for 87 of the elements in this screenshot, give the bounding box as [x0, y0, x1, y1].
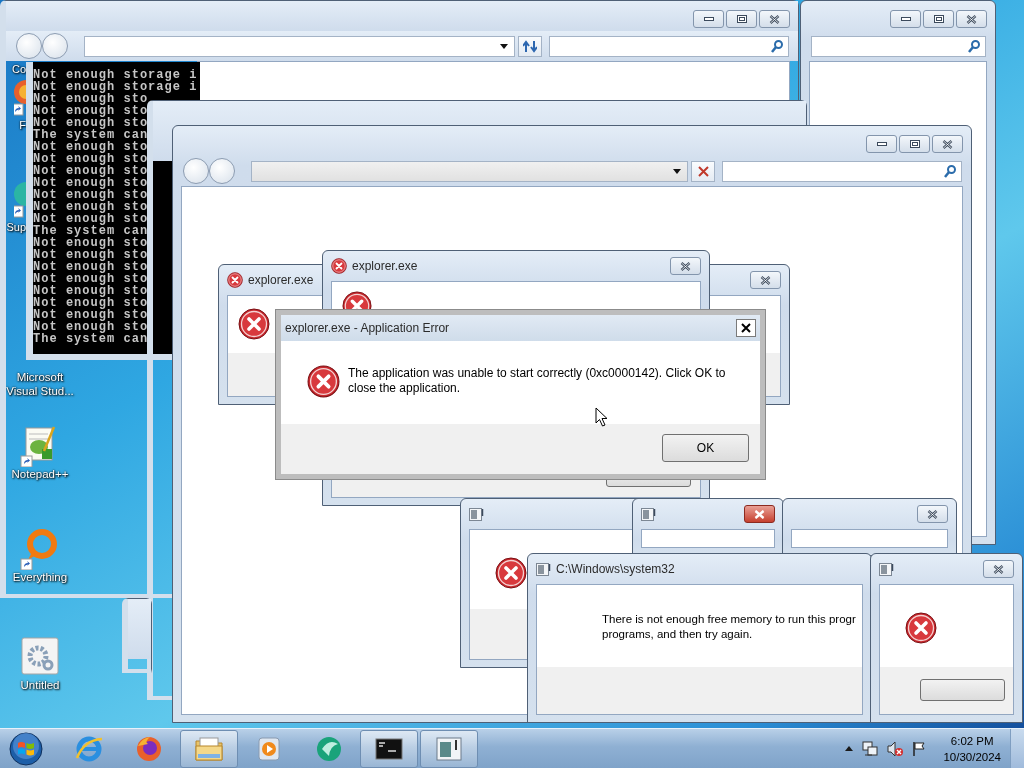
close-icon	[769, 14, 780, 24]
console-line: The system can	[33, 225, 150, 237]
close-icon	[966, 14, 977, 24]
close-button[interactable]	[744, 505, 775, 523]
console-line: Not enough sto	[33, 153, 150, 165]
cursor-icon	[595, 407, 608, 427]
console-line: Not enough sto	[33, 165, 150, 177]
search-icon	[944, 164, 956, 178]
dropdown-caret-icon[interactable]	[500, 43, 508, 49]
ok-button[interactable]: OK	[662, 434, 749, 462]
refresh-icon	[523, 39, 537, 53]
console-line: Not enough sto	[33, 189, 150, 201]
icon-label[interactable]: Untitled	[20, 678, 60, 692]
window-title: explorer.exe	[248, 272, 314, 289]
clock-date[interactable]: 10/30/2024	[943, 748, 1001, 765]
taskbar-button[interactable]	[360, 729, 418, 768]
icon-label[interactable]: Everything	[12, 570, 68, 584]
windows-logo-icon	[9, 731, 43, 766]
address-field[interactable]	[84, 35, 515, 57]
icon-label[interactable]: Microsoft Visual Stud...	[0, 370, 80, 398]
window-title: explorer.exe	[352, 258, 418, 275]
console-line: Not enough sto	[33, 177, 150, 189]
maximize-button[interactable]	[899, 135, 930, 153]
stop-button[interactable]	[691, 160, 715, 182]
icon-label[interactable]: Notepad++	[11, 467, 69, 481]
console-line: Not enough sto	[33, 105, 150, 117]
icon-label[interactable]: Sup	[6, 220, 26, 234]
maximize-icon	[933, 15, 944, 23]
refresh-button[interactable]	[518, 35, 542, 57]
close-icon	[697, 165, 709, 177]
console-line: Not enough storage i	[33, 81, 199, 93]
window-title: explorer.exe - Application Error	[285, 320, 450, 337]
search-field[interactable]	[549, 35, 789, 57]
console-line: Not enough sto	[33, 321, 150, 333]
console-line: The system can	[33, 333, 150, 345]
close-icon	[680, 261, 691, 271]
clock-time[interactable]: 6:02 PM	[950, 732, 994, 749]
console-line: Not enough sto	[33, 141, 150, 153]
console-line: Not enough sto	[33, 309, 150, 321]
forward-button[interactable]	[42, 33, 68, 59]
console-line: Not enough sto	[33, 261, 150, 273]
minimize-icon	[703, 16, 714, 22]
back-button[interactable]	[16, 33, 42, 59]
close-icon	[741, 323, 751, 333]
maximize-icon	[909, 140, 920, 148]
console-line: Not enough sto	[33, 213, 150, 225]
console-line: Not enough sto	[33, 117, 150, 129]
error-message: The application was unable to start correctly (0xc0000142). Click OK to close the application.	[348, 366, 727, 396]
close-icon	[942, 139, 953, 149]
show-hidden-icons-arrow[interactable]	[845, 746, 854, 751]
console-line: Not enough sto	[33, 237, 150, 249]
search-field[interactable]	[722, 160, 962, 182]
blank-button[interactable]	[920, 679, 1005, 701]
close-icon	[927, 509, 938, 519]
console-line: Not enough sto	[33, 297, 150, 309]
console-line: Not enough sto	[33, 273, 150, 285]
icon-label[interactable]: F	[19, 118, 26, 132]
console-line: Not enough sto	[33, 93, 149, 105]
muted-speaker-icon[interactable]	[887, 740, 904, 757]
forward-button[interactable]	[209, 158, 235, 184]
console-line: Not enough sto	[33, 249, 150, 261]
console-line: Not enough sto	[33, 201, 150, 213]
console-line: Not enough storage i	[33, 69, 199, 81]
search-field[interactable]	[811, 35, 986, 57]
icon-label[interactable]: Co	[11, 62, 26, 76]
console-line: Not enough sto	[33, 285, 150, 297]
error-message: There is not enough free memory to run this progr programs, and then try again.	[602, 612, 856, 642]
minimize-icon	[900, 16, 911, 22]
search-icon	[968, 39, 980, 53]
flag-icon[interactable]	[912, 740, 927, 757]
maximize-button[interactable]	[923, 10, 954, 28]
close-button[interactable]	[736, 319, 756, 337]
minimize-button[interactable]	[890, 10, 921, 28]
window-title: C:\Windows\system32	[556, 561, 675, 578]
close-icon	[754, 509, 765, 519]
minimize-button[interactable]	[693, 10, 724, 28]
maximize-button[interactable]	[726, 10, 757, 28]
search-icon	[771, 39, 783, 53]
back-button[interactable]	[183, 158, 209, 184]
maximize-icon	[736, 15, 747, 23]
console-line: The system can	[33, 129, 150, 141]
minimize-button[interactable]	[866, 135, 897, 153]
minimize-icon	[876, 141, 887, 147]
close-icon	[760, 275, 771, 285]
close-icon	[993, 564, 1004, 574]
title-bar	[128, 599, 151, 659]
network-icon[interactable]	[862, 740, 879, 757]
